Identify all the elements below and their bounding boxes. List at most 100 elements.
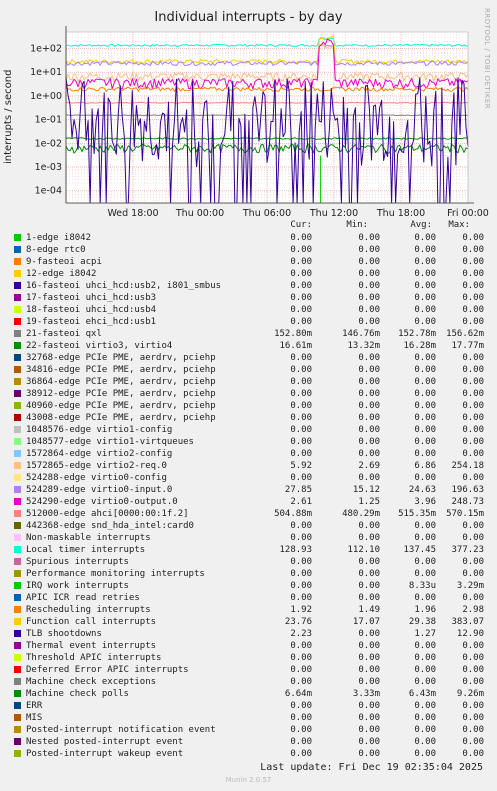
legend-label: Deferred Error APIC interrupts	[26, 665, 189, 675]
legend-cur-value: 0.00	[290, 233, 312, 243]
legend-cur-value: 0.00	[290, 401, 312, 411]
legend-swatch	[14, 546, 21, 553]
legend-swatch	[14, 366, 21, 373]
legend-row: 38912-edge PCIe PME, aerdrv, pciehp 0.00 0…	[0, 388, 497, 400]
legend-label: 43008-edge PCIe PME, aerdrv, pciehp	[26, 413, 216, 423]
legend-row: ERR 0.00 0.00 0.00 0.00	[0, 700, 497, 712]
legend-row: TLB shootdowns 2.23 0.00 1.27 12.90	[0, 628, 497, 640]
legend-swatch	[14, 402, 21, 409]
legend-label: Performance monitoring interrupts	[26, 569, 205, 579]
legend-row: 16-fasteoi uhci_hcd:usb2, i801_smbus 0.00…	[0, 280, 497, 292]
legend-row: Deferred Error APIC interrupts 0.00 0.00 0.…	[0, 664, 497, 676]
x-tick-label: Thu 06:00	[242, 208, 291, 219]
legend-swatch	[14, 510, 21, 517]
legend-swatch	[14, 498, 21, 505]
legend-cur-value: 1.92	[290, 605, 312, 615]
munin-version: Munin 2.0.57	[225, 776, 272, 784]
header-max: Max:	[448, 220, 470, 230]
legend-swatch	[14, 534, 21, 541]
legend-swatch	[14, 642, 21, 649]
legend-cur-value: 27.85	[284, 485, 312, 495]
legend-cur-value: 0.00	[290, 449, 312, 459]
legend-max-value: 0.00	[462, 725, 484, 735]
legend-label: 9-fasteoi acpi	[26, 257, 102, 267]
legend-row: 19-fasteoi ehci_hcd:usb1 0.00 0.00 0.00 0.00	[0, 316, 497, 328]
legend-label: Posted-interrupt notification event	[26, 725, 216, 735]
legend-cur-value: 0.00	[290, 557, 312, 567]
y-tick-label: 1e+02	[30, 44, 62, 55]
legend-row: 524288-edge virtio0-config 0.00 0.00 0.00 0.…	[0, 472, 497, 484]
legend-max-value: 0.00	[462, 593, 484, 603]
legend-cur-value: 0.00	[290, 365, 312, 375]
legend-swatch	[14, 750, 21, 757]
legend-cur-value: 0.00	[290, 533, 312, 543]
legend-cur-value: 0.00	[290, 581, 312, 591]
legend-swatch	[14, 234, 21, 241]
legend-row: 1572864-edge virtio2-config 0.00 0.00 0.00 0…	[0, 448, 497, 460]
y-tick-label: 1e+00	[30, 91, 62, 102]
legend-swatch	[14, 450, 21, 457]
legend-cur-value: 0.00	[290, 593, 312, 603]
legend-label: Local timer interrupts	[26, 545, 146, 555]
legend-cur-value: 16.61m	[279, 341, 312, 351]
legend-row: MIS 0.00 0.00 0.00 0.00	[0, 712, 497, 724]
legend-label: 524289-edge virtio0-input.0	[26, 485, 173, 495]
legend-row: 8-edge rtc0 0.00 0.00 0.00 0.00	[0, 244, 497, 256]
legend-max-value: 570.15m	[446, 509, 484, 519]
legend-swatch	[14, 318, 21, 325]
legend-label: 524290-edge virtio0-output.0	[26, 497, 178, 507]
legend-cur-value: 0.00	[290, 677, 312, 687]
legend-cur-value: 2.23	[290, 629, 312, 639]
legend-swatch	[14, 738, 21, 745]
legend-label: 1572864-edge virtio2-config	[26, 449, 173, 459]
legend-row: APIC ICR read retries 0.00 0.00 0.00 0.00	[0, 592, 497, 604]
legend-row: Posted-interrupt wakeup event 0.00 0.00 0.0…	[0, 748, 497, 760]
legend-row: 17-fasteoi uhci_hcd:usb3 0.00 0.00 0.00 0.00	[0, 292, 497, 304]
legend-cur-value: 0.00	[290, 257, 312, 267]
legend-row: Machine check exceptions 0.00 0.00 0.00 0.00	[0, 676, 497, 688]
legend-swatch	[14, 702, 21, 709]
legend-max-value: 0.00	[462, 257, 484, 267]
legend-max-value: 17.77m	[451, 341, 484, 351]
legend-max-value: 0.00	[462, 413, 484, 423]
legend-cur-value: 6.64m	[284, 689, 312, 699]
legend-cur-value: 0.00	[290, 713, 312, 723]
legend-swatch	[14, 306, 21, 313]
legend-max-value: 0.00	[462, 665, 484, 675]
legend-cur-value: 0.00	[290, 725, 312, 735]
legend-cur-value: 2.61	[290, 497, 312, 507]
legend-max-value: 3.29m	[456, 581, 484, 591]
legend-row: Performance monitoring interrupts 0.00 0.0…	[0, 568, 497, 580]
legend-max-value: 0.00	[462, 437, 484, 447]
legend-cur-value: 0.00	[290, 389, 312, 399]
y-tick-label: 1e-03	[35, 162, 62, 173]
legend-label: 17-fasteoi uhci_hcd:usb3	[26, 293, 157, 303]
legend-max-value: 0.00	[462, 245, 484, 255]
legend-row: Function call interrupts 23.76 17.07 29.38 3…	[0, 616, 497, 628]
legend-label: Machine check exceptions	[26, 677, 157, 687]
legend-label: IRQ work interrupts	[26, 581, 129, 591]
legend-cur-value: 0.00	[290, 245, 312, 255]
legend-swatch	[14, 282, 21, 289]
legend-row: 1048577-edge virtio1-virtqueues 0.00 0.00 0…	[0, 436, 497, 448]
legend-cur-value: 0.00	[290, 665, 312, 675]
legend-max-value: 0.00	[462, 701, 484, 711]
legend-label: Rescheduling interrupts	[26, 605, 151, 615]
legend-max-value: 156.62m	[446, 329, 484, 339]
legend-cur-value: 128.93	[279, 545, 312, 555]
legend-swatch	[14, 558, 21, 565]
legend-max-value: 0.00	[462, 293, 484, 303]
legend-max-value: 377.23	[451, 545, 484, 555]
legend-label: 22-fasteoi virtio3, virtio4	[26, 341, 173, 351]
legend-swatch	[14, 378, 21, 385]
legend-label: 18-fasteoi uhci_hcd:usb4	[26, 305, 157, 315]
legend-swatch	[14, 678, 21, 685]
legend-cur-value: 504.88m	[274, 509, 312, 519]
legend-row: Posted-interrupt notification event 0.00 0…	[0, 724, 497, 736]
legend-max-value: 248.73	[451, 497, 484, 507]
legend-max-value: 0.00	[462, 641, 484, 651]
legend-swatch	[14, 462, 21, 469]
legend-label: Thermal event interrupts	[26, 641, 157, 651]
legend-max-value: 0.00	[462, 305, 484, 315]
legend-cur-value: 0.00	[290, 737, 312, 747]
